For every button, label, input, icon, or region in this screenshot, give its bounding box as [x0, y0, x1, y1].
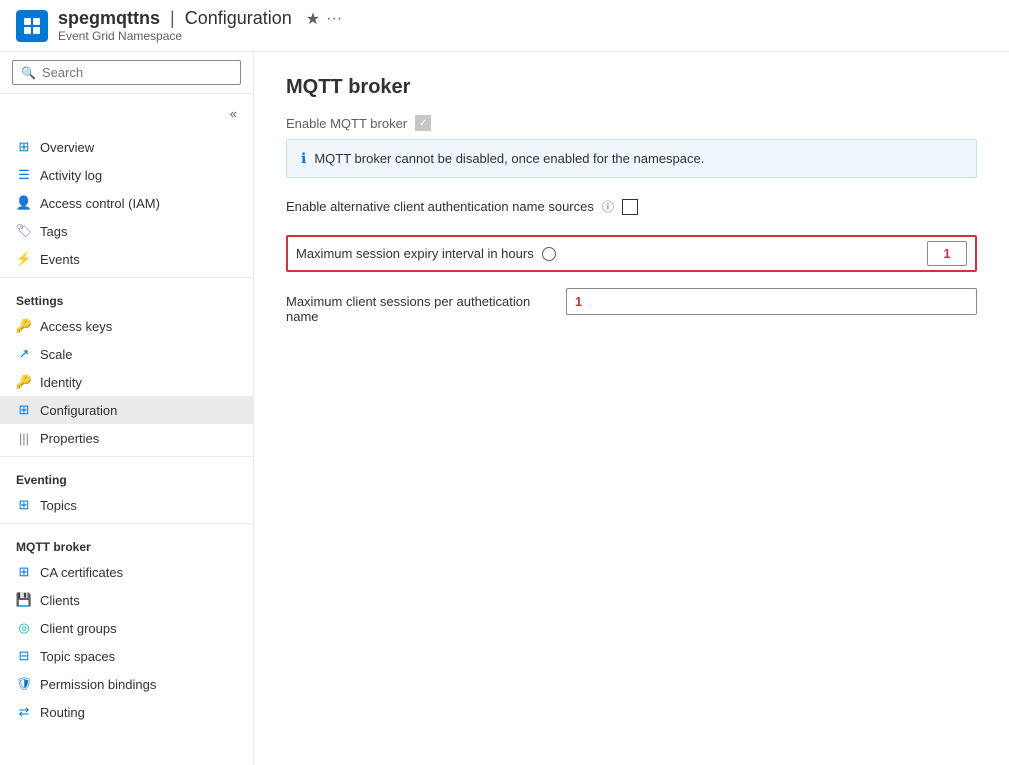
access-control-icon: 👤 [16, 195, 32, 211]
alt-auth-label: Enable alternative client authentication… [286, 199, 594, 214]
scale-icon: ↗ [16, 346, 32, 362]
collapse-sidebar-button[interactable]: « [222, 98, 245, 129]
alt-auth-info-icon[interactable]: ⓘ [602, 198, 614, 215]
topic-spaces-icon: ⊟ [16, 648, 32, 664]
sidebar-search-area: 🔍 [0, 52, 253, 94]
topics-icon: ⊞ [16, 497, 32, 513]
sidebar-item-permission-bindings[interactable]: 🛡 Permission bindings [0, 670, 253, 698]
sidebar-item-scale[interactable]: ↗ Scale [0, 340, 253, 368]
mqtt-section-header: MQTT broker [0, 528, 253, 558]
session-expiry-input[interactable]: 1 [927, 241, 967, 266]
session-expiry-label: Maximum session expiry interval in hours [296, 246, 927, 261]
sidebar-item-client-groups-label: Client groups [40, 621, 117, 636]
content-title: MQTT broker [286, 76, 977, 99]
configuration-icon: ⊞ [16, 402, 32, 418]
session-expiry-row: Maximum session expiry interval in hours… [286, 235, 977, 272]
sidebar-item-properties[interactable]: ||| Properties [0, 424, 253, 452]
max-sessions-row: Maximum client sessions per autheticatio… [286, 288, 977, 324]
sidebar-item-overview[interactable]: ⊞ Overview [0, 133, 253, 161]
resource-subtitle: Event Grid Namespace [58, 29, 342, 43]
sidebar-item-configuration[interactable]: ⊞ Configuration [0, 396, 253, 424]
search-icon: 🔍 [21, 66, 36, 80]
sidebar-item-routing[interactable]: ⇄ Routing [0, 698, 253, 726]
sidebar-item-events-label: Events [40, 252, 80, 267]
sidebar-item-topic-spaces-label: Topic spaces [40, 649, 115, 664]
sidebar: 🔍 « ⊞ Overview ☰ Activity log 👤 Access c… [0, 52, 254, 765]
ca-cert-icon: ⊞ [16, 564, 32, 580]
sidebar-item-identity[interactable]: 🔑 Identity [0, 368, 253, 396]
session-expiry-label-text: Maximum session expiry interval in hours [296, 246, 534, 261]
eventing-section-header: Eventing [0, 461, 253, 491]
app-header: spegmqttns | Configuration ★ ··· Event G… [0, 0, 1009, 52]
sidebar-item-overview-label: Overview [40, 140, 94, 155]
sidebar-item-tags-label: Tags [40, 224, 67, 239]
properties-icon: ||| [16, 430, 32, 446]
sidebar-item-topic-spaces[interactable]: ⊟ Topic spaces [0, 642, 253, 670]
search-box[interactable]: 🔍 [12, 60, 241, 85]
main-content: MQTT broker Enable MQTT broker ✓ ℹ MQTT … [254, 52, 1009, 765]
sidebar-item-tags[interactable]: 🏷 Tags [0, 217, 253, 245]
sidebar-item-clients[interactable]: 💾 Clients [0, 586, 253, 614]
max-sessions-input[interactable]: 1 [566, 288, 977, 315]
enable-mqtt-label: Enable MQTT broker [286, 116, 407, 131]
info-banner-message: MQTT broker cannot be disabled, once ena… [314, 151, 704, 166]
alt-auth-checkbox[interactable] [622, 199, 638, 215]
sidebar-item-properties-label: Properties [40, 431, 99, 446]
sidebar-item-access-control-label: Access control (IAM) [40, 196, 160, 211]
sidebar-item-events[interactable]: ⚡ Events [0, 245, 253, 273]
sidebar-item-ca-certificates-label: CA certificates [40, 565, 123, 580]
sidebar-item-activity-log[interactable]: ☰ Activity log [0, 161, 253, 189]
sidebar-item-permission-bindings-label: Permission bindings [40, 677, 156, 692]
client-groups-icon: ◎ [16, 620, 32, 636]
sidebar-item-access-control[interactable]: 👤 Access control (IAM) [0, 189, 253, 217]
clients-icon: 💾 [16, 592, 32, 608]
session-expiry-icon [542, 247, 556, 261]
access-keys-icon: 🔑 [16, 318, 32, 334]
sidebar-item-scale-label: Scale [40, 347, 73, 362]
activity-log-icon: ☰ [16, 167, 32, 183]
sidebar-item-client-groups[interactable]: ◎ Client groups [0, 614, 253, 642]
favorite-icon[interactable]: ★ [306, 9, 320, 29]
info-banner-icon: ℹ [301, 150, 306, 167]
header-text: spegmqttns | Configuration ★ ··· Event G… [58, 8, 342, 43]
permission-bindings-icon: 🛡 [16, 676, 32, 692]
more-options-icon[interactable]: ··· [326, 10, 342, 28]
sidebar-item-configuration-label: Configuration [40, 403, 117, 418]
header-divider: | [170, 8, 175, 29]
sidebar-item-routing-label: Routing [40, 705, 85, 720]
alt-auth-row: Enable alternative client authentication… [286, 198, 977, 215]
search-input[interactable] [42, 65, 232, 80]
tags-icon: 🏷 [16, 223, 32, 239]
sidebar-item-topics-label: Topics [40, 498, 77, 513]
page-title: Configuration [185, 8, 292, 29]
sidebar-item-topics[interactable]: ⊞ Topics [0, 491, 253, 519]
checkmark-icon: ✓ [419, 118, 427, 129]
routing-icon: ⇄ [16, 704, 32, 720]
sidebar-item-access-keys-label: Access keys [40, 319, 112, 334]
max-sessions-label: Maximum client sessions per autheticatio… [286, 288, 566, 324]
resource-name: spegmqttns [58, 8, 160, 29]
app-icon [16, 10, 48, 42]
settings-section-header: Settings [0, 282, 253, 312]
enable-mqtt-checkbox[interactable]: ✓ [415, 115, 431, 131]
overview-icon: ⊞ [16, 139, 32, 155]
sidebar-item-clients-label: Clients [40, 593, 80, 608]
sidebar-item-ca-certificates[interactable]: ⊞ CA certificates [0, 558, 253, 586]
checkbox-checked-state: ✓ [416, 116, 430, 130]
info-banner: ℹ MQTT broker cannot be disabled, once e… [286, 139, 977, 178]
sidebar-item-identity-label: Identity [40, 375, 82, 390]
sidebar-item-access-keys[interactable]: 🔑 Access keys [0, 312, 253, 340]
main-layout: 🔍 « ⊞ Overview ☰ Activity log 👤 Access c… [0, 52, 1009, 765]
identity-icon: 🔑 [16, 374, 32, 390]
sidebar-item-activity-log-label: Activity log [40, 168, 102, 183]
enable-mqtt-row: Enable MQTT broker ✓ [286, 115, 977, 131]
events-icon: ⚡ [16, 251, 32, 267]
